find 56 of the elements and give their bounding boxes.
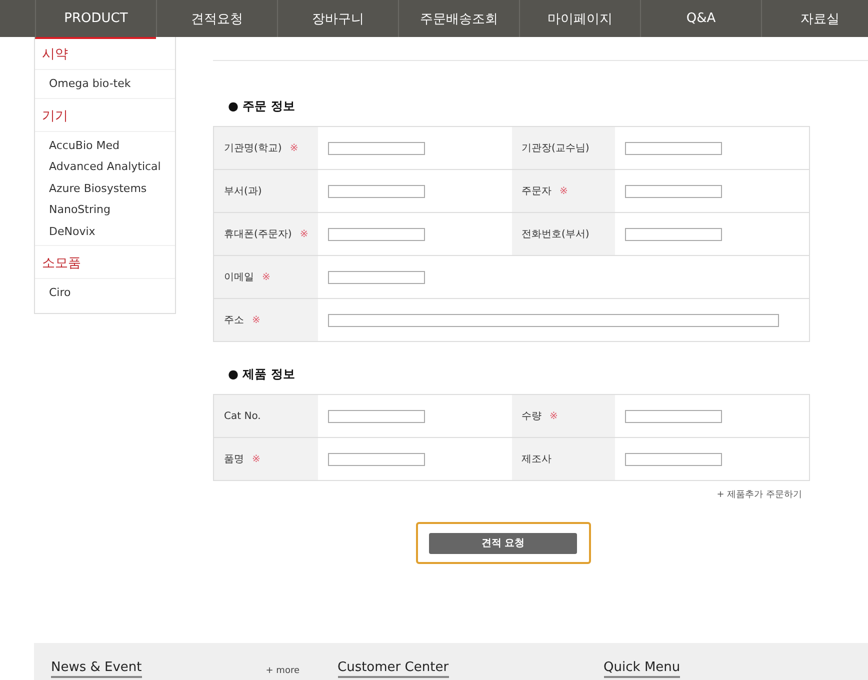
quote-request-button[interactable]: 견적 요청 xyxy=(429,532,577,554)
sidebar-item[interactable]: Ciro xyxy=(35,282,175,304)
section-heading: ● 주문 정보 xyxy=(228,98,296,114)
nav-tab[interactable]: 자료실 xyxy=(761,0,868,37)
nav-tab[interactable]: PRODUCT xyxy=(35,0,156,39)
footer-heading: Customer Center xyxy=(338,660,449,678)
sidebar-item[interactable]: Advanced Analytical xyxy=(35,156,175,178)
input-field[interactable] xyxy=(328,410,425,422)
field-label: 주소 xyxy=(224,314,244,327)
nav-tab[interactable]: 장바구니 xyxy=(277,0,398,37)
field-label: 전화번호(부서) xyxy=(522,228,590,241)
footer-heading: Quick Menu xyxy=(604,660,680,678)
required-mark: ※ xyxy=(300,228,308,240)
input-field[interactable] xyxy=(328,228,425,240)
field-label: 품명 xyxy=(224,453,244,466)
sidebar-item[interactable]: Azure Biosystems xyxy=(35,178,175,199)
add-product-link[interactable]: + 제품추가 주문하기 xyxy=(716,489,802,501)
field-label: 기관명(학교) xyxy=(224,142,282,155)
field-label: Cat No. xyxy=(224,410,261,422)
input-field[interactable] xyxy=(625,410,722,422)
field-label: 이메일 xyxy=(224,271,254,284)
required-mark: ※ xyxy=(262,272,270,282)
input-field[interactable] xyxy=(328,142,425,154)
field-label: 제조사 xyxy=(522,453,552,466)
category-title[interactable]: 기기 xyxy=(35,98,175,132)
field-label: 기관장(교수님) xyxy=(522,142,590,155)
input-field[interactable] xyxy=(625,142,722,154)
footer-heading: News & Event xyxy=(51,660,142,678)
required-mark: ※ xyxy=(252,454,260,464)
sidebar-item[interactable]: NanoString xyxy=(35,199,175,220)
input-field[interactable] xyxy=(328,270,425,284)
more-link[interactable]: + more xyxy=(266,666,300,676)
input-field[interactable] xyxy=(625,228,722,240)
section-heading: ● 제품 정보 xyxy=(228,366,296,382)
input-field[interactable] xyxy=(328,452,425,466)
nav-tab[interactable]: Q&A xyxy=(640,0,761,37)
sidebar-item[interactable]: AccuBio Med xyxy=(35,134,175,156)
sidebar-item[interactable]: DeNovix xyxy=(35,220,175,242)
nav-tab[interactable]: 마이페이지 xyxy=(519,0,640,37)
required-mark: ※ xyxy=(252,314,260,326)
required-mark: ※ xyxy=(290,142,298,154)
required-mark: ※ xyxy=(550,410,558,422)
sidebar-item[interactable]: Omega bio-tek xyxy=(35,73,175,94)
input-field[interactable] xyxy=(328,184,425,198)
field-label: 수량 xyxy=(522,410,542,423)
category-title[interactable]: 소모품 xyxy=(35,246,175,279)
field-label: 주문자 xyxy=(522,185,552,198)
nav-tab[interactable]: 견적요청 xyxy=(156,0,277,37)
required-mark: ※ xyxy=(560,186,568,196)
field-label: 휴대폰(주문자) xyxy=(224,228,292,241)
category-title[interactable]: 시약 xyxy=(35,37,175,70)
input-field[interactable] xyxy=(625,184,722,198)
input-field[interactable] xyxy=(328,314,779,326)
field-label: 부서(과) xyxy=(224,185,262,198)
input-field[interactable] xyxy=(625,452,722,466)
nav-tab[interactable]: 주문배송조회 xyxy=(398,0,519,37)
